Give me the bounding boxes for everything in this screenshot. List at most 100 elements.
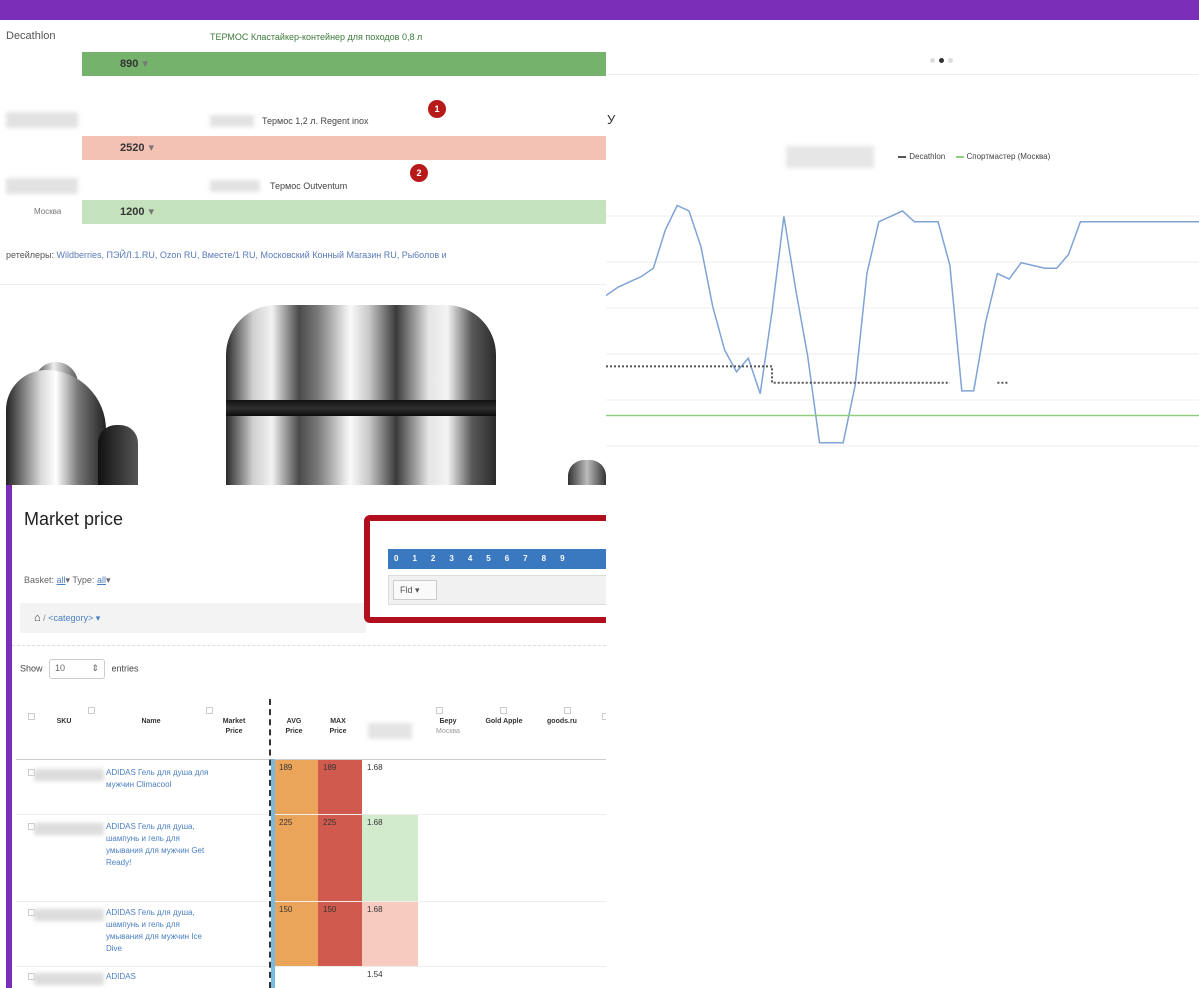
beru-label: Беру xyxy=(439,718,457,725)
select-arrows-icon: ⇕ xyxy=(91,663,100,673)
series-line-decathlon xyxy=(606,365,1010,384)
product-name-link[interactable]: ADIDAS Гель для душа, шампунь и гель для… xyxy=(106,907,211,955)
carousel-dot[interactable] xyxy=(948,58,953,63)
tab-0[interactable]: 0 xyxy=(394,554,398,563)
blurred-text xyxy=(210,180,260,192)
divider xyxy=(0,284,606,285)
chevron-down-icon: ▾ xyxy=(65,575,71,585)
carousel-dot[interactable] xyxy=(930,58,935,63)
basket-label: Basket: xyxy=(24,575,55,585)
tab-9[interactable]: 9 xyxy=(560,554,564,563)
show-label: Show xyxy=(20,663,43,674)
price-bar-lightgreen[interactable]: 1200 ▾ xyxy=(82,200,606,224)
tab-7[interactable]: 7 xyxy=(523,554,527,563)
tab-8[interactable]: 8 xyxy=(542,554,546,563)
top-brand-bar xyxy=(0,0,1199,20)
blurred-sku xyxy=(34,973,104,985)
market-price-section: Market price Basket: all▾ Type: all▾ ⌂ /… xyxy=(12,485,606,988)
retailers-line: ретейлеры: Wildberries, ПЭЙЛ.1.RU, Ozon … xyxy=(6,250,606,260)
filter-links: Basket: all▾ Type: all▾ xyxy=(24,575,111,586)
column-header-market-price[interactable]: Market Price xyxy=(216,717,252,737)
legend-swatch xyxy=(955,156,964,158)
price-line-chart xyxy=(606,204,1199,447)
thermos-ring-image xyxy=(226,400,496,416)
chevron-down-icon: ▾ xyxy=(105,575,111,585)
chevron-down-icon: ▾ xyxy=(148,206,155,218)
price-bar-pink[interactable]: 2520 ▾ xyxy=(82,136,606,160)
filter-dropdown-button[interactable]: Fld ▾ xyxy=(393,580,437,600)
offer-title[interactable]: Термос Outventum xyxy=(270,181,347,191)
tab-6[interactable]: 6 xyxy=(505,554,509,563)
column-header-max-price[interactable]: MAX Price xyxy=(326,717,350,737)
shop-price-cell: 1.68 xyxy=(362,902,418,966)
offer-title[interactable]: ТЕРМОС Кластайкер-контейнер для походов … xyxy=(210,32,422,42)
column-header-name[interactable]: Name xyxy=(126,717,176,727)
blurred-sku xyxy=(34,909,104,921)
blurred-store-name xyxy=(6,112,78,128)
entries-label: entries xyxy=(111,663,139,674)
type-filter-link[interactable]: all xyxy=(97,575,106,585)
carousel-dots[interactable] xyxy=(928,54,955,66)
tab-2[interactable]: 2 xyxy=(431,554,435,563)
checkbox[interactable] xyxy=(436,707,443,714)
blurred-store-name xyxy=(6,178,78,194)
beru-region: Москва xyxy=(436,728,460,735)
offers-panel: Decathlon ТЕРМОС Кластайкер-контейнер дл… xyxy=(0,20,606,485)
avg-price-cell: 225 xyxy=(274,815,318,901)
product-name-link[interactable]: ADIDAS Гель для душа для мужчин Climacoo… xyxy=(106,767,211,791)
product-thumbnail-image xyxy=(568,460,606,485)
column-header-sku[interactable]: SKU xyxy=(52,717,76,727)
checkbox[interactable] xyxy=(88,707,95,714)
store-name: Decathlon xyxy=(6,30,56,42)
truncated-heading-char: У xyxy=(607,112,616,127)
offer-title[interactable]: Термос 1,2 л. Regent inox xyxy=(262,116,369,126)
column-header-gold-apple[interactable]: Gold Apple xyxy=(478,717,530,727)
tab-strip: 0 1 2 3 4 5 6 7 8 9 xyxy=(388,549,606,569)
checkbox[interactable] xyxy=(206,707,213,714)
column-header-avg-price[interactable]: AVG Price xyxy=(282,717,306,737)
type-label: Type: xyxy=(72,575,95,585)
breadcrumb-separator: / xyxy=(43,613,46,623)
avg-price-cell: 150 xyxy=(274,902,318,966)
column-header-beru[interactable]: Беру Москва xyxy=(436,717,460,737)
thermos-cap-image xyxy=(98,425,138,485)
price-value: 2520 xyxy=(120,142,145,154)
shop-price-cell: 1.68 xyxy=(362,815,418,901)
legend-swatch xyxy=(898,156,907,158)
carousel-dot-active[interactable] xyxy=(939,58,944,63)
filter-button-label: Fld xyxy=(400,585,413,595)
tab-5[interactable]: 5 xyxy=(486,554,490,563)
blurred-column-header xyxy=(368,723,412,739)
retailers-label: ретейлеры: xyxy=(6,250,54,260)
divider xyxy=(606,74,1199,75)
chevron-down-icon: ▾ xyxy=(95,613,101,623)
chart-legend: Decathlon Спортмастер (Москва) xyxy=(786,146,1050,170)
shop-price-cell: 1.68 xyxy=(367,763,383,772)
shop-price-cell: 1.54 xyxy=(367,970,383,979)
tab-1[interactable]: 1 xyxy=(412,554,416,563)
market-price-table: SKU Name Market Price AVG Price MAX Pric… xyxy=(16,699,606,988)
product-name-link[interactable]: ADIDAS xyxy=(106,971,211,983)
tab-3[interactable]: 3 xyxy=(449,554,453,563)
tab-4[interactable]: 4 xyxy=(468,554,472,563)
avg-price-cell: 189 xyxy=(274,760,318,814)
price-bar-green[interactable]: 890 ▾ xyxy=(82,52,606,76)
breadcrumb-category[interactable]: <category> xyxy=(48,613,93,623)
basket-filter-link[interactable]: all xyxy=(57,575,66,585)
region-label: Москва xyxy=(34,207,62,216)
entries-select[interactable]: 10 ⇕ xyxy=(49,659,106,679)
checkbox[interactable] xyxy=(500,707,507,714)
product-name-link[interactable]: ADIDAS Гель для душа, шампунь и гель для… xyxy=(106,821,211,869)
checkbox[interactable] xyxy=(602,713,606,720)
column-drag-guide[interactable] xyxy=(269,699,271,988)
checkbox[interactable] xyxy=(564,707,571,714)
legend-entry[interactable]: Decathlon xyxy=(909,152,945,161)
column-header-goods[interactable]: goods.ru xyxy=(540,717,584,727)
retailers-links[interactable]: Wildberries, ПЭЙЛ.1.RU, Ozon RU, Вместе/… xyxy=(57,250,447,260)
legend-entry[interactable]: Спортмастер (Москва) xyxy=(967,152,1051,161)
checkbox[interactable] xyxy=(28,713,35,720)
home-icon[interactable]: ⌂ xyxy=(34,612,41,624)
price-history-panel: У Decathlon Спортмастер (Москва) xyxy=(606,20,1199,485)
blurred-text xyxy=(210,115,254,127)
page-title: Market price xyxy=(24,509,124,529)
